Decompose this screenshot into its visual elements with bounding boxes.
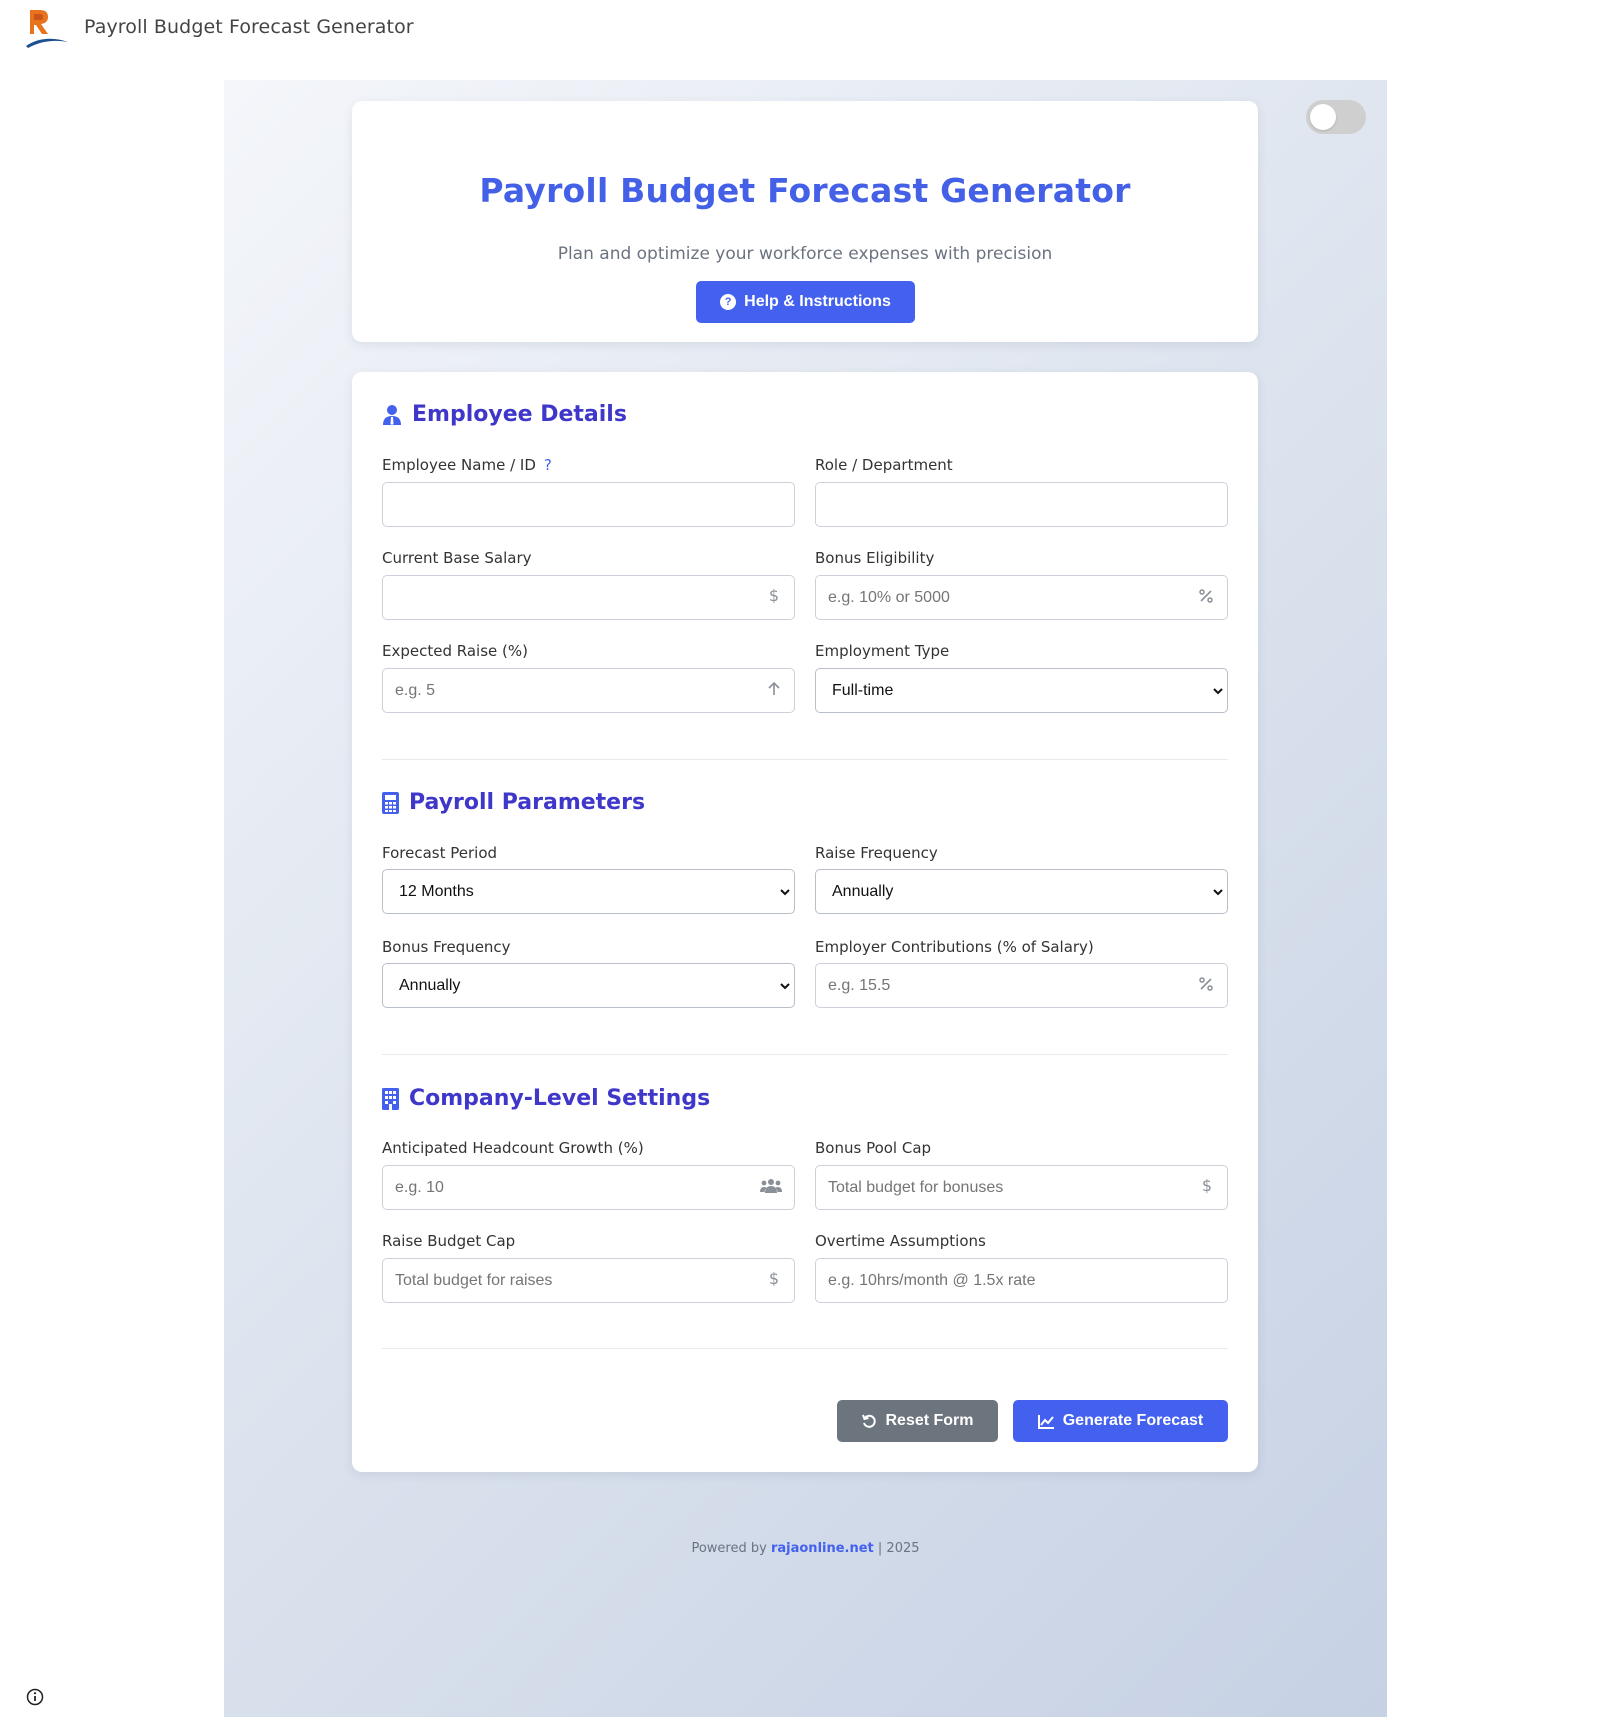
calculator-icon	[382, 791, 399, 814]
section-employee-details: Employee Details	[382, 402, 627, 427]
section-title-label: Payroll Parameters	[409, 790, 646, 815]
bonus-frequency-select[interactable]: Annually	[382, 963, 795, 1008]
help-tooltip-icon[interactable]: ?	[544, 456, 552, 474]
headcount-label: Anticipated Headcount Growth (%)	[382, 1139, 644, 1157]
generate-forecast-button[interactable]: Generate Forecast	[1013, 1400, 1228, 1442]
bonus-frequency-label: Bonus Frequency	[382, 938, 511, 956]
bonus-pool-cap-input[interactable]	[815, 1165, 1228, 1210]
help-button[interactable]: ? Help & Instructions	[696, 281, 915, 323]
app-title: Payroll Budget Forecast Generator	[84, 16, 414, 38]
line-chart-icon	[1037, 1414, 1054, 1429]
employment-type-select[interactable]: Full-time	[815, 668, 1228, 713]
role-department-input[interactable]	[815, 482, 1228, 527]
undo-icon	[862, 1414, 877, 1428]
section-company-settings: Company-Level Settings	[382, 1086, 710, 1111]
overtime-assumptions-input[interactable]	[815, 1258, 1228, 1303]
contributions-label: Employer Contributions (% of Salary)	[815, 938, 1094, 956]
toggle-knob	[1310, 104, 1336, 130]
role-label: Role / Department	[815, 456, 953, 474]
section-divider	[382, 759, 1228, 760]
footer-link[interactable]: rajaonline.net	[771, 1541, 874, 1556]
help-button-label: Help & Instructions	[744, 293, 891, 310]
section-divider	[382, 1054, 1228, 1055]
page-title: Payroll Budget Forecast Generator	[479, 171, 1131, 210]
form-card: Employee Details Employee Name / ID? Rol…	[352, 372, 1258, 1472]
headcount-growth-input[interactable]	[382, 1165, 795, 1210]
app-logo-icon	[26, 10, 68, 48]
raise-label: Expected Raise (%)	[382, 642, 528, 660]
page-subtitle: Plan and optimize your workforce expense…	[557, 244, 1053, 264]
generate-forecast-label: Generate Forecast	[1062, 1412, 1204, 1429]
section-title-label: Company-Level Settings	[409, 1086, 711, 1111]
content-frame: Payroll Budget Forecast Generator Plan a…	[224, 80, 1387, 1717]
question-circle-icon: ?	[720, 294, 737, 310]
overtime-label: Overtime Assumptions	[815, 1232, 986, 1250]
raise-frequency-label: Raise Frequency	[815, 844, 938, 862]
bonus-eligibility-input[interactable]	[815, 575, 1228, 620]
salary-label: Current Base Salary	[382, 549, 532, 567]
employee-name-input[interactable]	[382, 482, 795, 527]
section-title-label: Employee Details	[412, 402, 627, 427]
forecast-period-select[interactable]: 12 Months	[382, 869, 795, 914]
section-payroll-parameters: Payroll Parameters	[382, 790, 645, 815]
raise-budget-cap-input[interactable]	[382, 1258, 795, 1303]
raise-frequency-select[interactable]: Annually	[815, 869, 1228, 914]
building-icon	[382, 1087, 399, 1110]
section-divider	[382, 1348, 1228, 1349]
reset-form-label: Reset Form	[885, 1412, 974, 1429]
app-bar: Payroll Budget Forecast Generator	[0, 0, 1600, 60]
employee-name-label-text: Employee Name / ID	[382, 456, 536, 474]
footer-suffix: | 2025	[877, 1541, 920, 1556]
theme-toggle[interactable]	[1306, 100, 1366, 134]
employment-type-label: Employment Type	[815, 642, 950, 660]
bonus-label: Bonus Eligibility	[815, 549, 935, 567]
base-salary-input[interactable]	[382, 575, 795, 620]
raise-budget-label: Raise Budget Cap	[382, 1232, 516, 1250]
bonus-pool-label: Bonus Pool Cap	[815, 1139, 932, 1157]
employer-contributions-input[interactable]	[815, 963, 1228, 1008]
employee-name-label: Employee Name / ID?	[382, 456, 552, 474]
reset-form-button[interactable]: Reset Form	[837, 1400, 998, 1442]
expected-raise-input[interactable]	[382, 668, 795, 713]
footer-prefix: Powered by	[691, 1541, 767, 1556]
forecast-period-label: Forecast Period	[382, 844, 498, 862]
footer: Powered by rajaonline.net | 2025	[224, 1541, 1387, 1556]
user-tie-icon	[383, 404, 401, 425]
header-card: Payroll Budget Forecast Generator Plan a…	[352, 101, 1258, 342]
info-icon[interactable]	[26, 1688, 44, 1706]
